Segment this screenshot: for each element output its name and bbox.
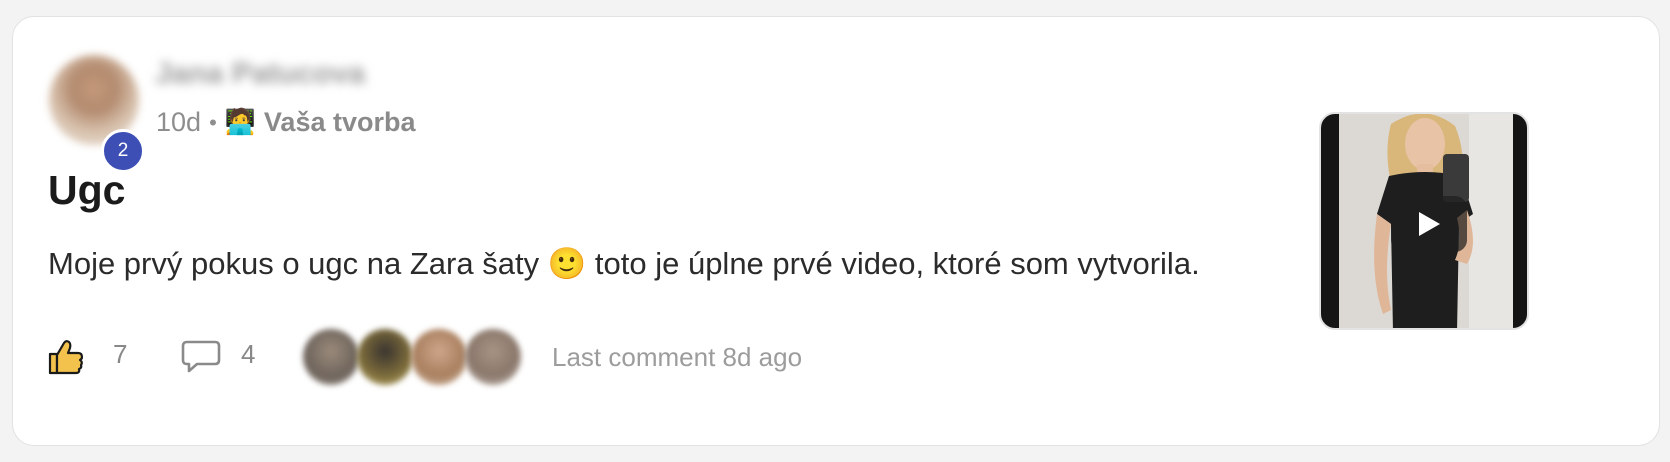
play-icon [1419,212,1440,236]
commenter-avatar [357,329,413,385]
like-button[interactable] [46,337,86,377]
post-meta: 10d • 🧑‍💻 Vaša tvorba [156,107,416,138]
comment-bubble-icon [181,340,221,373]
post-category[interactable]: Vaša tvorba [264,107,416,138]
like-count: 7 [113,339,128,369]
thumbs-up-icon [48,340,84,375]
post-body: Moje prvý pokus o ugc na Zara šaty 🙂 tot… [48,246,1200,281]
post-title[interactable]: Ugc [48,167,125,214]
post-time: 10d [156,107,202,137]
author-name[interactable]: Jana Patucova [155,57,365,91]
author-avatar[interactable]: 2 [49,55,145,173]
meta-separator: • [209,109,217,135]
comment-button[interactable] [181,339,221,375]
post-card[interactable]: 2 Jana Patucova 10d • 🧑‍💻 Vaša tvorba Ug… [12,16,1660,446]
play-button[interactable] [1391,196,1467,252]
person-laptop-icon: 🧑‍💻 [224,108,256,136]
comment-count: 4 [241,339,256,369]
commenter-avatar [465,329,521,385]
commenter-avatar [411,329,467,385]
commenter-avatars[interactable] [303,329,533,385]
video-thumbnail[interactable] [1319,112,1529,330]
last-comment-time: Last comment 8d ago [552,342,803,372]
commenter-avatar [303,329,359,385]
